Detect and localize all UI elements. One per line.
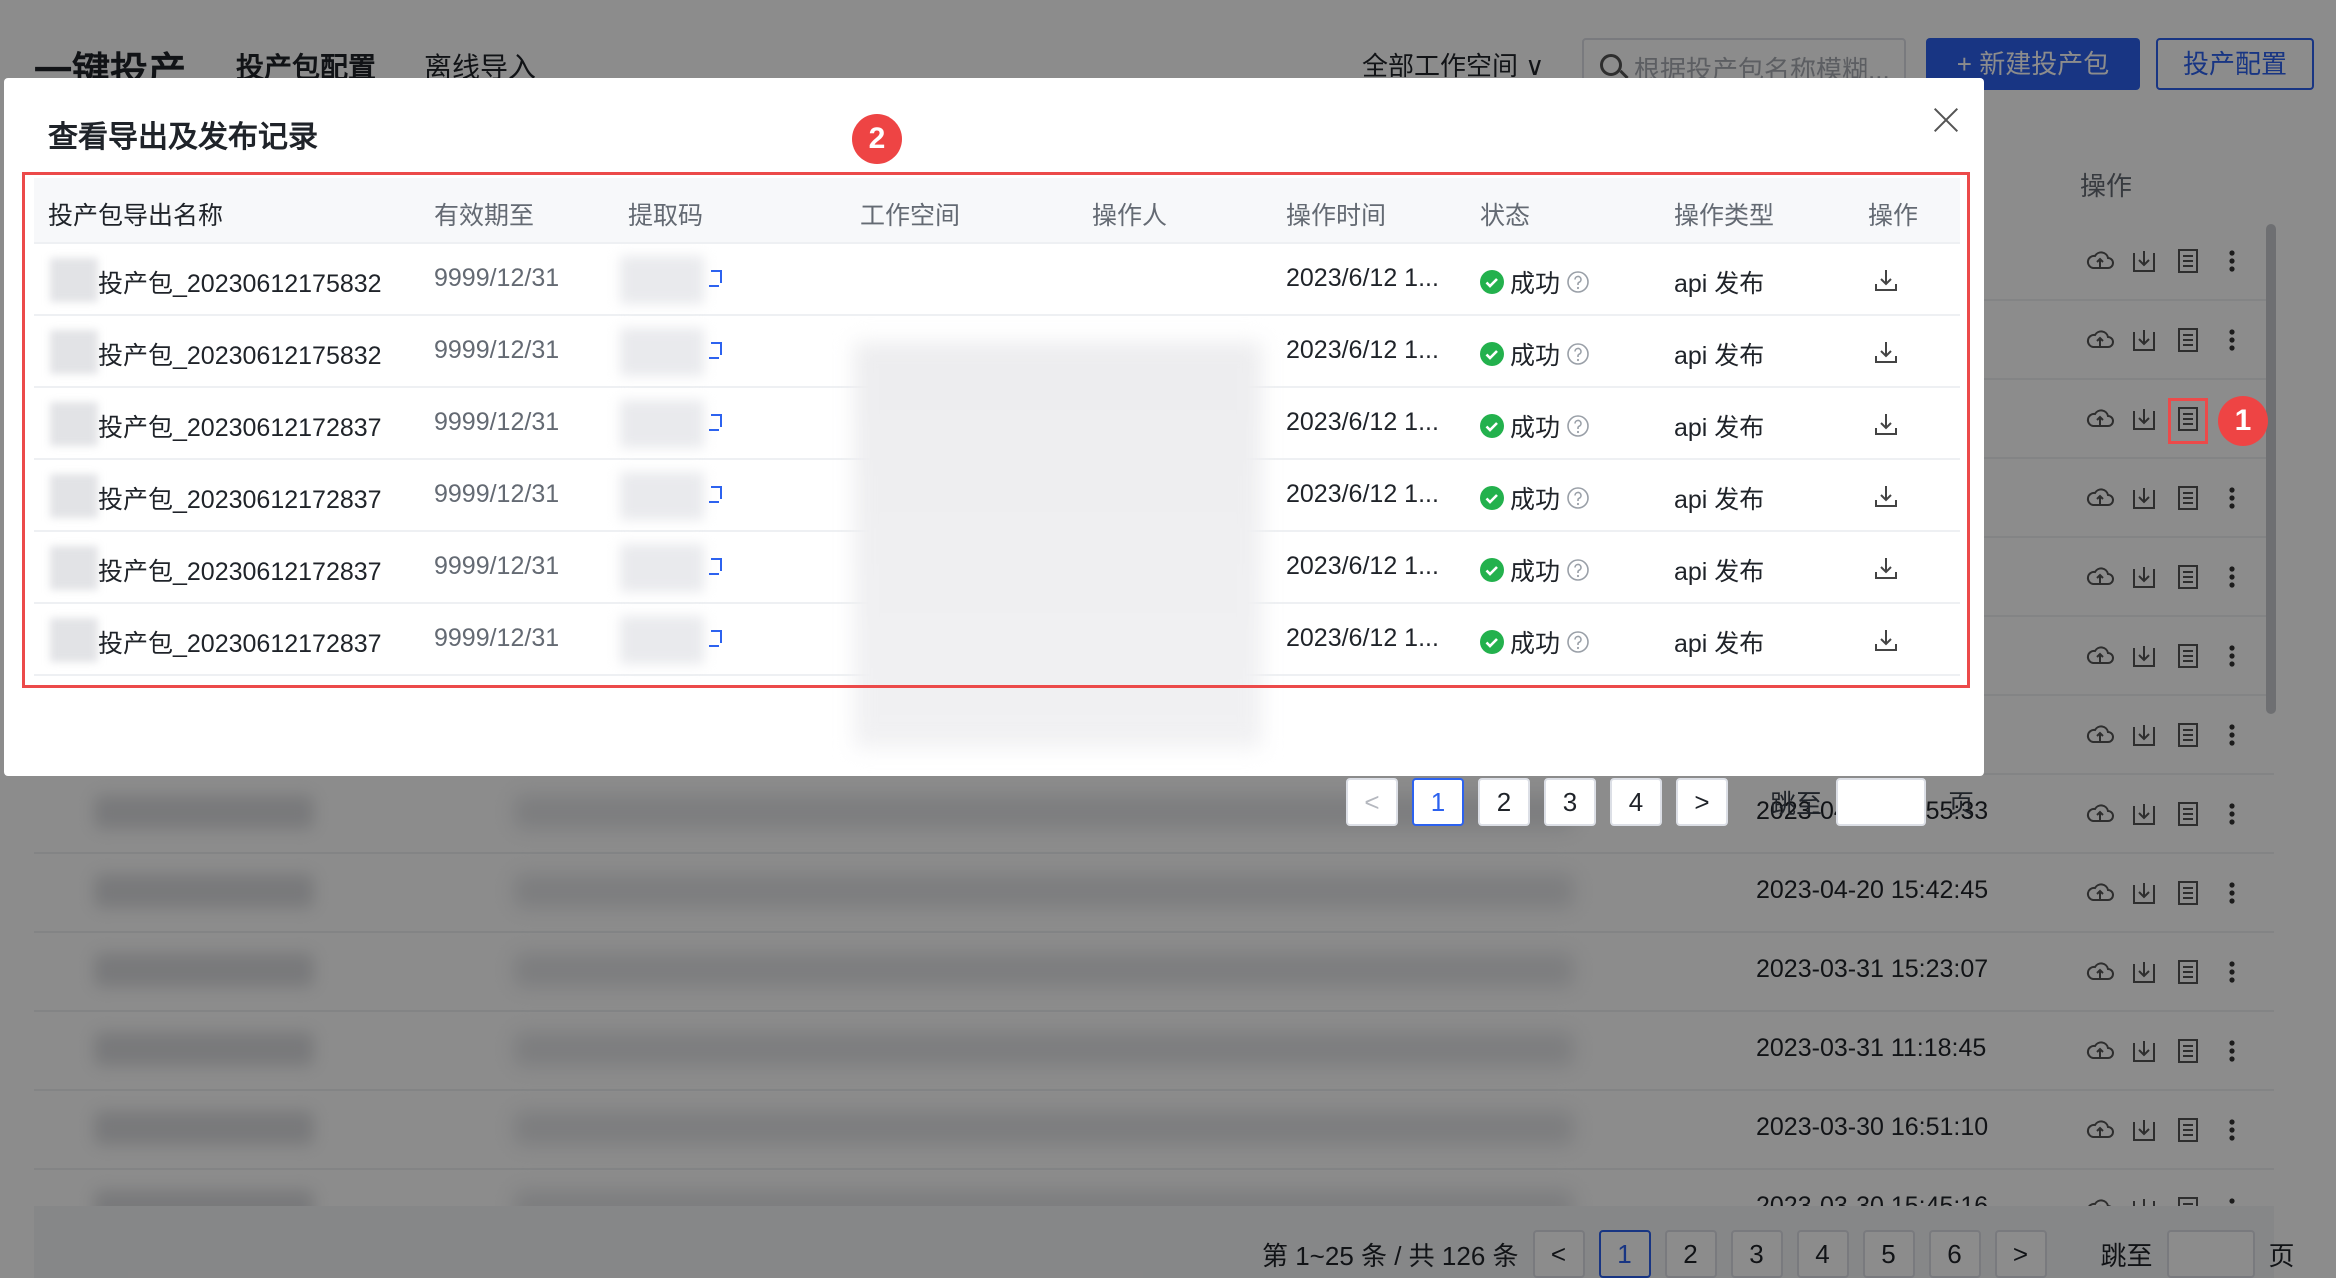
close-icon[interactable] — [1930, 104, 1962, 136]
modal-pagination: < 1 2 3 4 > 跳至 页 — [1346, 778, 1974, 826]
export-records-modal: 查看导出及发布记录 投产包导出名称 有效期至 提取码 工作空间 操作人 操作时间… — [4, 78, 1984, 826]
callout-badge-1: 1 — [2218, 396, 2268, 446]
callout-badge-2: 2 — [852, 114, 902, 164]
records-table-highlight — [22, 172, 1970, 688]
modal-next-page-button[interactable]: > — [1676, 778, 1728, 826]
modal-page-2-button[interactable]: 2 — [1478, 778, 1530, 826]
modal-jump-unit: 页 — [1948, 788, 1975, 819]
modal-title: 查看导出及发布记录 — [48, 121, 318, 154]
modal-jump-label: 跳至 — [1770, 788, 1823, 819]
modal-page-3-button[interactable]: 3 — [1544, 778, 1596, 826]
modal-page-1-button[interactable]: 1 — [1412, 778, 1464, 826]
modal-prev-page-button[interactable]: < — [1346, 778, 1398, 826]
record-icon-highlight — [2168, 398, 2208, 444]
modal-page-4-button[interactable]: 4 — [1610, 778, 1662, 826]
modal-jump-input[interactable] — [1836, 778, 1927, 826]
